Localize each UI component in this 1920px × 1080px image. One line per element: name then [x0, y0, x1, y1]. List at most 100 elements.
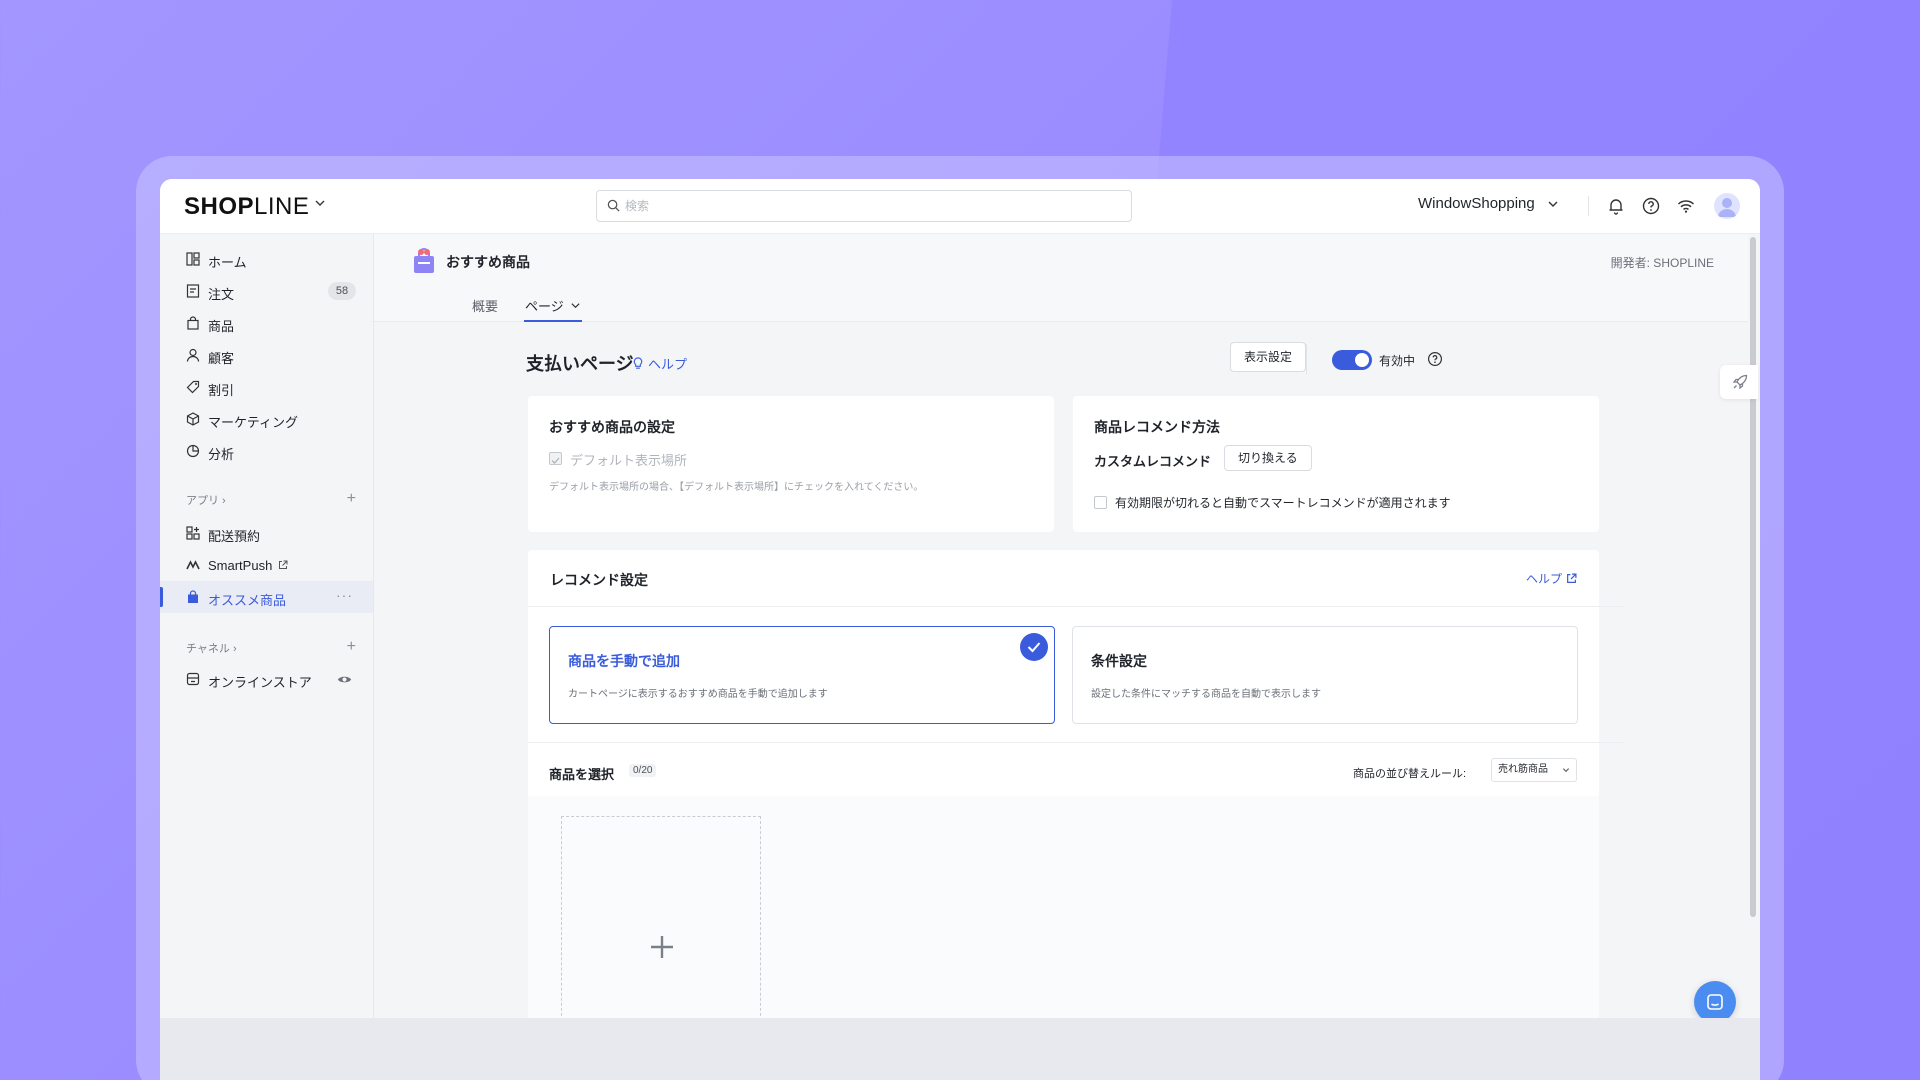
help-label: ヘルプ: [1525, 572, 1562, 586]
tab-page[interactable]: ページ: [525, 296, 581, 315]
order-icon: [186, 284, 200, 298]
storefront-icon: [186, 672, 200, 686]
user-icon: [186, 348, 200, 362]
sidebar-item-analytics[interactable]: 分析: [160, 435, 373, 467]
store-name: WindowShopping: [1418, 195, 1535, 212]
sidebar-item-products[interactable]: 商品: [160, 307, 373, 339]
chevron-down-icon: [1562, 768, 1570, 773]
divider: [1588, 196, 1589, 216]
auto-smart-recommend-label: 有効期限が切れると自動でスマートレコメンドが適用されます: [1115, 496, 1451, 510]
sidebar-item-label: オンラインストア: [208, 675, 312, 690]
card-title: 商品レコメンド方法: [1094, 419, 1220, 435]
selected-check-icon: [1020, 633, 1048, 661]
sidebar-item-label: 配送預約: [208, 529, 261, 544]
chevron-down-icon: [1548, 201, 1558, 207]
search-icon: [607, 199, 620, 212]
option-title: 条件設定: [1091, 653, 1147, 669]
cube-icon: [186, 412, 200, 426]
search-input[interactable]: [625, 196, 1105, 216]
help-label: ヘルプ: [648, 357, 688, 372]
app-window: SHOPLINE WindowShopping ホーム 注文 58: [160, 179, 1760, 1080]
sidebar-item-label: 分析: [208, 447, 235, 462]
sidebar-item-orders[interactable]: 注文 58: [160, 275, 373, 307]
chat-button[interactable]: [1694, 981, 1736, 1023]
sidebar-item-smartpush[interactable]: SmartPush: [160, 549, 373, 581]
more-options-icon[interactable]: ···: [336, 587, 353, 603]
external-link-icon: [1567, 573, 1577, 583]
recommend-method-card: 商品レコメンド方法 カスタムレコメンド 切り換える 有効期限が切れると自動でスマ…: [1073, 396, 1599, 532]
channels-section-header[interactable]: チャネル › +: [186, 638, 356, 658]
product-count-badge: 0/20: [629, 764, 657, 777]
auto-smart-recommend-checkbox[interactable]: [1094, 496, 1107, 509]
apps-grid-icon: [186, 526, 200, 540]
option-desc: カートページに表示するおすすめ商品を手動で追加します: [568, 689, 828, 700]
channels-section-label: チャネル ›: [186, 643, 237, 655]
sidebar-item-online-store[interactable]: オンラインストア: [160, 663, 373, 695]
default-location-hint: デフォルト表示場所の場合、【デフォルト表示場所】にチェックを入れてください。: [549, 482, 924, 493]
sidebar-item-label: オススメ商品: [208, 593, 287, 608]
sidebar-item-recommended-products[interactable]: オススメ商品 ···: [160, 581, 373, 613]
help-icon[interactable]: [1427, 351, 1443, 367]
sidebar-item-discounts[interactable]: 割引: [160, 371, 373, 403]
select-products-label: 商品を選択: [549, 767, 615, 782]
sidebar-item-label: 注文: [208, 287, 235, 302]
sidebar-item-delivery-booking[interactable]: 配送預約: [160, 517, 373, 549]
shopline-logo[interactable]: SHOPLINE: [184, 193, 309, 221]
tab-overview[interactable]: 概要: [472, 296, 498, 315]
page-help-link[interactable]: ヘルプ: [632, 354, 687, 373]
config-help-link[interactable]: ヘルプ: [1526, 570, 1577, 587]
scrollbar[interactable]: [1750, 237, 1756, 917]
status-toggle[interactable]: [1332, 350, 1372, 370]
app-gift-bag-icon: [414, 248, 434, 273]
tag-icon: [186, 380, 200, 394]
sort-rule-label: 商品の並び替えルール:: [1353, 768, 1467, 780]
external-link-icon: [279, 560, 288, 569]
sidebar-item-marketing[interactable]: マーケティング: [160, 403, 373, 435]
divider: [528, 606, 1624, 607]
top-bar: SHOPLINE WindowShopping: [160, 179, 1760, 234]
plus-icon: [651, 936, 673, 958]
logo-bold: SHOP: [184, 193, 255, 220]
option-condition-settings[interactable]: 条件設定 設定した条件にマッチする商品を自動で表示します: [1072, 626, 1578, 724]
add-product-slot[interactable]: [561, 816, 761, 1026]
divider: [528, 742, 1624, 743]
main-content: おすすめ商品 開発者: SHOPLINE 概要 ページ 支払いページ ヘルプ 表…: [374, 234, 1748, 1080]
recommend-method-value: カスタムレコメンド: [1094, 454, 1212, 469]
avatar[interactable]: [1714, 193, 1740, 219]
shopping-bag-icon: [188, 590, 198, 603]
chevron-down-icon: [571, 303, 580, 309]
wifi-icon[interactable]: [1676, 196, 1696, 216]
bell-icon[interactable]: [1606, 196, 1626, 216]
option-desc: 設定した条件にマッチする商品を自動で表示します: [1091, 689, 1321, 700]
option-title: 商品を手動で追加: [568, 653, 680, 669]
apps-section-label: アプリ ›: [186, 495, 226, 507]
sort-rule-select[interactable]: 売れ筋商品: [1491, 758, 1577, 782]
page-title: 支払いページ: [526, 354, 634, 374]
add-app-button[interactable]: +: [347, 490, 356, 508]
recommend-options: 商品を手動で追加 カートページに表示するおすすめ商品を手動で追加します 条件設定…: [549, 626, 1579, 724]
sidebar-item-label: SmartPush: [208, 558, 273, 573]
recommend-config-card: レコメンド設定 ヘルプ 商品を手動で追加 カートページに表示するおすすめ商品を手…: [528, 550, 1624, 1080]
sidebar-item-home[interactable]: ホーム: [160, 243, 373, 275]
quick-launch-tab[interactable]: [1720, 365, 1758, 399]
lightbulb-icon: [633, 357, 643, 369]
order-count-badge: 58: [328, 282, 356, 300]
add-channel-button[interactable]: +: [347, 638, 356, 656]
display-settings-button[interactable]: 表示設定: [1230, 342, 1307, 372]
sidebar-item-label: 商品: [208, 319, 235, 334]
bottom-area: [160, 1018, 1760, 1080]
switch-method-button[interactable]: 切り換える: [1224, 445, 1312, 471]
user-avatar-icon: [1718, 198, 1736, 217]
active-tab-indicator: [524, 320, 582, 322]
chat-icon: [1707, 994, 1723, 1010]
option-manual-add[interactable]: 商品を手動で追加 カートページに表示するおすすめ商品を手動で追加します: [549, 626, 1055, 724]
developer-label: 開発者: SHOPLINE: [1610, 256, 1714, 270]
default-location-checkbox[interactable]: [549, 452, 562, 465]
help-icon[interactable]: [1641, 196, 1661, 216]
sidebar-item-customers[interactable]: 顧客: [160, 339, 373, 371]
chevron-down-icon[interactable]: [314, 197, 326, 209]
eye-icon[interactable]: [337, 672, 352, 687]
apps-section-header[interactable]: アプリ › +: [186, 490, 356, 510]
recommend-settings-card: おすすめ商品の設定 デフォルト表示場所 デフォルト表示場所の場合、【デフォルト表…: [528, 396, 1054, 532]
store-switcher[interactable]: WindowShopping: [1418, 195, 1559, 212]
